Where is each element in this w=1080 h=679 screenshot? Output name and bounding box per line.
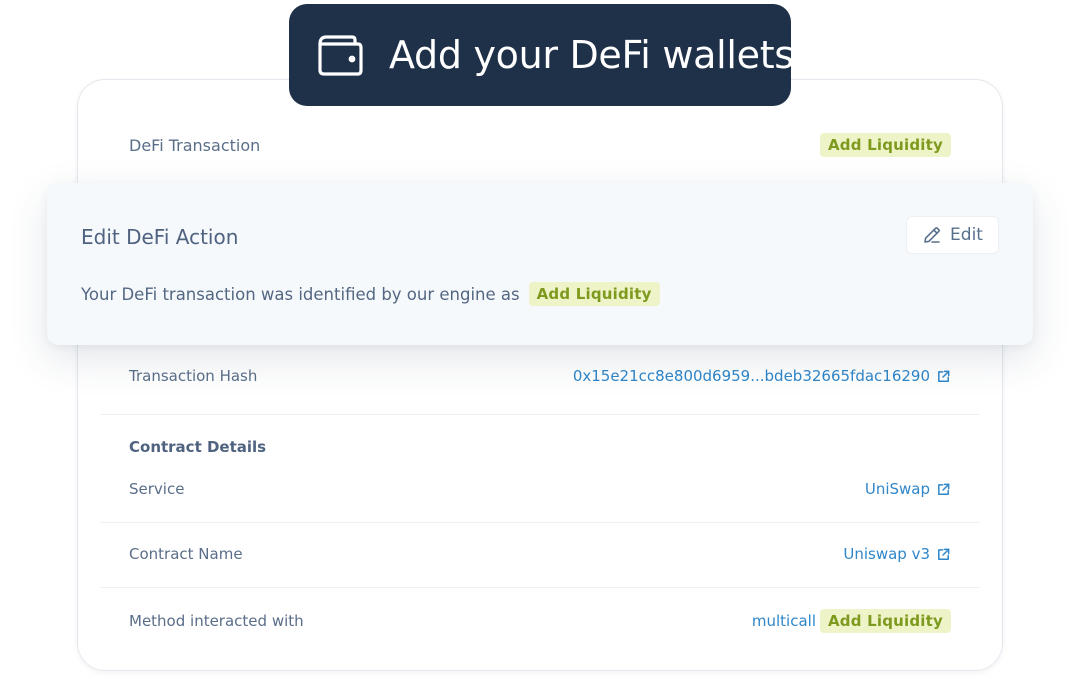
edit-panel-text: Your DeFi transaction was identified by …	[81, 284, 520, 304]
contract-name-label: Contract Name	[129, 545, 243, 563]
add-wallets-banner[interactable]: Add your DeFi wallets	[289, 4, 794, 106]
method-value-group: multicall Add Liquidity	[752, 609, 951, 633]
contract-details-title: Contract Details	[129, 438, 267, 456]
banner-title: Add your DeFi wallets	[389, 33, 794, 77]
service-value: UniSwap	[864, 480, 930, 498]
method-label: Method interacted with	[129, 612, 304, 630]
defi-transaction-badge: Add Liquidity	[820, 133, 951, 157]
method-badge: Add Liquidity	[820, 609, 951, 633]
transaction-hash-link[interactable]: 0x15e21cc8e800d6959...bdeb32665fdac16290	[573, 367, 951, 385]
external-link-icon	[938, 483, 950, 495]
wallet-icon	[318, 35, 363, 76]
contract-name-link[interactable]: Uniswap v3	[843, 545, 951, 563]
edit-defi-action-panel: Edit DeFi Action Edit Your DeFi transact…	[47, 183, 1033, 345]
service-link[interactable]: UniSwap	[865, 480, 951, 498]
edit-panel-title: Edit DeFi Action	[81, 225, 239, 249]
defi-transaction-label: DeFi Transaction	[129, 135, 261, 155]
external-link-icon	[938, 548, 950, 560]
divider	[100, 522, 980, 523]
contract-name-row: Contract Name Uniswap v3	[129, 545, 951, 563]
transaction-hash-row: Transaction Hash 0x15e21cc8e800d6959...b…	[129, 367, 951, 385]
transaction-hash-value: 0x15e21cc8e800d6959...bdeb32665fdac16290	[572, 367, 930, 385]
external-link-icon	[938, 370, 950, 382]
edit-panel-description: Your DeFi transaction was identified by …	[81, 282, 660, 306]
method-row: Method interacted with multicall Add Liq…	[129, 609, 951, 633]
service-row: Service UniSwap	[129, 480, 951, 498]
transaction-hash-label: Transaction Hash	[129, 367, 258, 385]
divider	[100, 414, 980, 415]
edit-button[interactable]: Edit	[906, 216, 999, 254]
divider	[100, 587, 980, 588]
identified-action-badge: Add Liquidity	[528, 282, 660, 306]
edit-button-label: Edit	[950, 225, 983, 245]
defi-transaction-row: DeFi Transaction Add Liquidity	[129, 133, 951, 157]
pencil-icon	[924, 227, 940, 243]
service-label: Service	[129, 480, 185, 498]
method-value[interactable]: multicall	[752, 612, 816, 630]
contract-name-value: Uniswap v3	[843, 545, 930, 563]
